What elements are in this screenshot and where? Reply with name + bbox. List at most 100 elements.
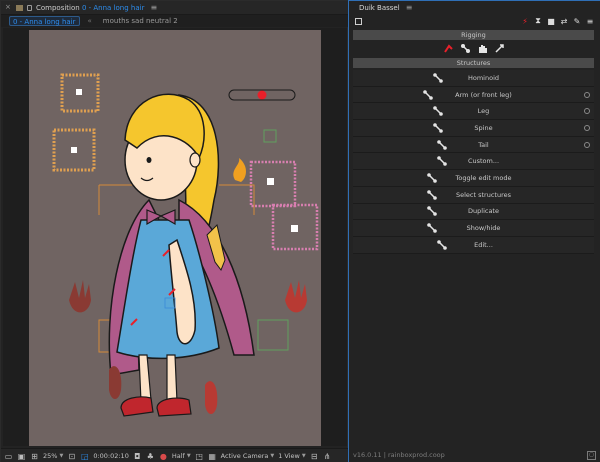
- region-icon[interactable]: ◲: [80, 452, 89, 461]
- link-icon[interactable]: [443, 43, 454, 54]
- roi-icon[interactable]: ◳: [195, 452, 204, 461]
- composition-viewer[interactable]: [3, 28, 347, 446]
- duik-panel-title[interactable]: Duik Bassel: [359, 4, 400, 12]
- bones-icon[interactable]: [460, 43, 471, 54]
- version-label: v16.0.11 | rainboxprod.coop: [353, 451, 445, 459]
- slider-controller[interactable]: [228, 89, 296, 101]
- duplicate-icon: [425, 205, 439, 217]
- structure-item[interactable]: Custom...: [353, 153, 594, 171]
- structure-item-label: Select structures: [455, 190, 511, 199]
- lock-icon[interactable]: [27, 4, 32, 11]
- pink-controller-upper[interactable]: [249, 160, 297, 208]
- rigging-section-header: Rigging: [353, 30, 594, 40]
- automation-icon[interactable]: [494, 43, 505, 54]
- shoe-right: [156, 397, 192, 417]
- panel-menu-icon[interactable]: ≡: [406, 3, 413, 12]
- composition-panel: × Composition 0 - Anna long hair ≡ 0 - A…: [0, 0, 349, 462]
- options-icon[interactable]: [584, 91, 590, 98]
- hand-controller-left[interactable]: [69, 280, 91, 313]
- structure-item[interactable]: Select structures: [353, 186, 594, 204]
- structure-item[interactable]: Duplicate: [353, 203, 594, 221]
- structure-item-label: Toggle edit mode: [455, 173, 512, 182]
- comp-tab-inactive[interactable]: mouths sad neutral 2: [100, 16, 181, 26]
- green-controller-large[interactable]: [257, 319, 289, 351]
- structure-item[interactable]: Edit...: [353, 236, 594, 254]
- fit-icon[interactable]: ⊡: [67, 452, 76, 461]
- preview-icon[interactable]: ▣: [17, 452, 26, 461]
- structure-item[interactable]: Show/hide: [353, 220, 594, 237]
- swap-icon[interactable]: ⇄: [560, 17, 568, 26]
- structure-item-label: Custom...: [467, 157, 500, 166]
- chevron-down-icon: ▼: [59, 453, 64, 459]
- structures-list: Hominoid Arm (or front leg) Leg Spine Tail Cu…: [353, 70, 594, 254]
- pink-controller-lower[interactable]: [271, 203, 319, 251]
- comp-tab-active[interactable]: 0 - Anna long hair: [9, 16, 80, 26]
- structure-item-label: Show/hide: [466, 224, 501, 233]
- camera-snapshot-icon[interactable]: ◘: [133, 452, 142, 461]
- spine-icon: [431, 122, 445, 134]
- green-controller-small[interactable]: [263, 129, 277, 143]
- layer-icon[interactable]: [355, 17, 362, 25]
- composition-title[interactable]: Composition 0 - Anna long hair: [36, 4, 144, 12]
- view-dropdown[interactable]: 1 View ▼: [278, 452, 306, 460]
- structure-item[interactable]: Arm (or front leg): [353, 86, 594, 104]
- structure-item[interactable]: Tail: [353, 136, 594, 154]
- panel-close-icon[interactable]: ×: [5, 4, 12, 11]
- leg-right: [166, 354, 178, 403]
- resolution-value: Half: [171, 452, 185, 460]
- structure-item[interactable]: Leg: [353, 103, 594, 121]
- dock-button[interactable]: ▢: [587, 450, 596, 460]
- zoom-dropdown[interactable]: 25% ▼: [43, 452, 63, 460]
- chevron-down-icon: ▼: [301, 453, 306, 459]
- select-icon: [425, 189, 439, 201]
- structure-item-label: Spine: [474, 123, 493, 132]
- camera-icon[interactable]: ■: [547, 17, 555, 26]
- structure-item[interactable]: Toggle edit mode: [353, 170, 594, 187]
- monitor-icon[interactable]: ▭: [4, 452, 13, 461]
- wrench-icon[interactable]: ✎: [573, 17, 581, 26]
- layout-icon[interactable]: ⊟: [310, 452, 319, 461]
- duik-panel-header: Duik Bassel ≡: [349, 1, 600, 14]
- settings-icon[interactable]: ≡: [586, 17, 594, 26]
- structure-item-label: Edit...: [474, 240, 493, 249]
- structures-section-header: Structures: [353, 58, 594, 68]
- chevron-down-icon: ▼: [186, 453, 191, 459]
- duik-footer: v16.0.11 | rainboxprod.coop ▢: [349, 448, 600, 462]
- composition-canvas[interactable]: [29, 30, 321, 446]
- composition-title-name: 0 - Anna long hair: [81, 3, 145, 12]
- hand-icon[interactable]: [477, 43, 488, 54]
- color-channel-icon[interactable]: ●: [159, 452, 168, 461]
- show-hide-icon: [425, 222, 439, 234]
- chevron-down-icon: ▼: [270, 453, 275, 459]
- head-controller-box[interactable]: [60, 73, 100, 113]
- resolution-dropdown[interactable]: Half ▼: [172, 452, 191, 460]
- structure-item-label: Hominoid: [467, 73, 500, 82]
- structure-item-label: Arm (or front leg): [455, 90, 512, 99]
- camera-dropdown[interactable]: Active Camera ▼: [221, 452, 275, 460]
- show-snapshot-icon[interactable]: ♣: [146, 452, 155, 461]
- rigging-icon[interactable]: ⚡: [521, 17, 529, 26]
- options-icon[interactable]: [584, 141, 590, 148]
- flowchart-icon[interactable]: ⋔: [323, 452, 332, 461]
- composition-panel-header: × Composition 0 - Anna long hair ≡: [1, 1, 349, 15]
- character-artwork: [52, 73, 319, 417]
- edit-icon: [435, 239, 449, 251]
- duik-panel: Duik Bassel ≡ ⚡ ⧗ ■ ⇄ ✎ ≡ Rigging Struct…: [348, 0, 600, 462]
- duik-toolbar: ⚡ ⧗ ■ ⇄ ✎ ≡: [349, 14, 600, 28]
- panel-menu-icon[interactable]: ≡: [150, 3, 157, 12]
- leg-left: [138, 354, 152, 403]
- body-controller-box[interactable]: [52, 128, 96, 172]
- transparency-grid-icon[interactable]: ▦: [208, 452, 217, 461]
- foot-controller-right[interactable]: [205, 381, 218, 414]
- structure-item[interactable]: Spine: [353, 120, 594, 137]
- camera-value: Active Camera: [220, 452, 269, 460]
- structure-item[interactable]: Hominoid: [353, 70, 594, 87]
- view-value: 1 View: [278, 452, 300, 460]
- grid-icon[interactable]: ⊞: [30, 452, 39, 461]
- options-icon[interactable]: [584, 124, 590, 131]
- hand-controller-right[interactable]: [285, 280, 307, 313]
- timecode[interactable]: 0:00:02:10: [93, 452, 129, 460]
- zoom-value: 25%: [43, 452, 58, 460]
- shoe-left: [120, 396, 154, 417]
- hourglass-icon[interactable]: ⧗: [534, 16, 542, 25]
